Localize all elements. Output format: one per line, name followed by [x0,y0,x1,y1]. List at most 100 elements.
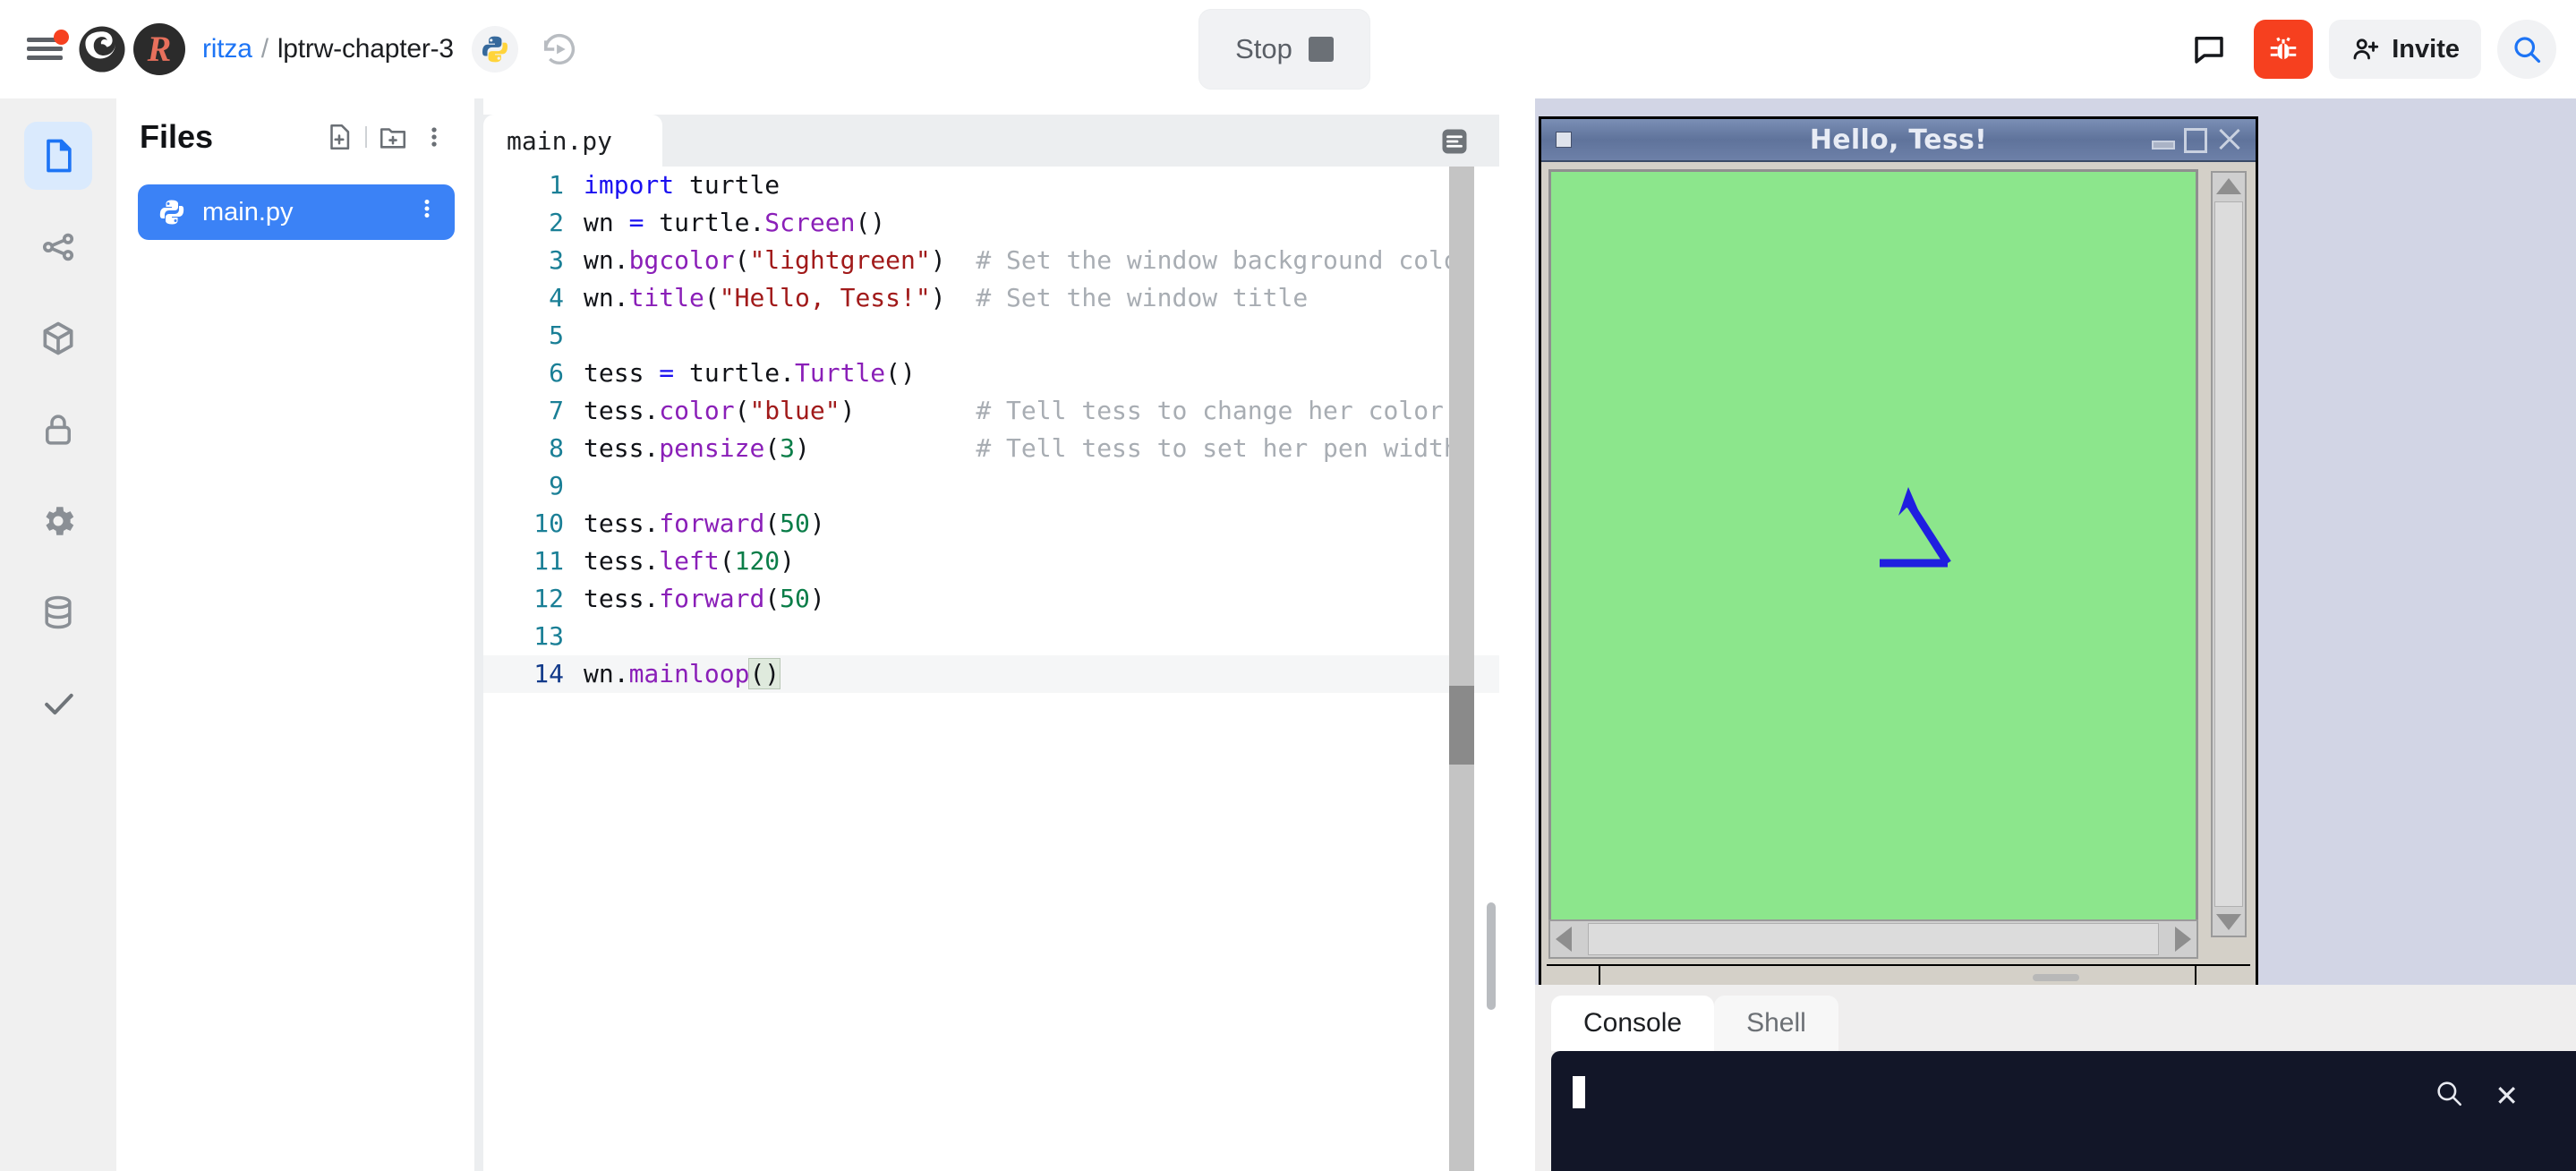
replit-workspace: R ritza / lptrw-chapter-3 Stop Invite Fi… [0,0,2576,1171]
new-folder-icon [380,128,406,149]
code-token: ) [780,546,796,576]
sidebar-item-files[interactable] [24,122,92,190]
turtle-hscroll-thumb[interactable] [1588,923,2159,955]
code-line[interactable]: 10 tess.forward(50) [483,505,1499,543]
editor-scrollbar-thumb[interactable] [1449,686,1474,765]
code-line[interactable]: 7 tess.color("blue") # Tell tess to chang… [483,392,1499,430]
new-folder-button[interactable] [372,116,414,158]
code-token: title [628,283,704,312]
code-line[interactable]: 6 tess = turtle.Turtle() [483,355,1499,392]
scroll-right-arrow-icon[interactable] [2175,927,2191,952]
chat-bubble-icon [2195,37,2223,64]
files-panel-header: Files [116,98,474,175]
line-number: 1 [549,170,564,200]
code-line[interactable]: 13 [483,618,1499,655]
invite-button[interactable]: Invite [2329,20,2481,79]
sidebar-item-packages[interactable] [24,304,92,372]
window-controls [2152,126,2243,153]
code-token: ) [809,509,825,538]
stop-button-label: Stop [1235,33,1292,64]
sidebar-item-version-control[interactable] [24,213,92,281]
code-token: tess. [584,509,660,538]
code-token: 3 [780,433,796,463]
window-minimize-icon[interactable] [2152,141,2175,150]
code-line[interactable]: 5 [483,317,1499,355]
format-code-button[interactable] [1435,122,1474,161]
sidebar-item-checks[interactable] [24,670,92,738]
editor-tab-main-py[interactable]: main.py [483,115,662,167]
code-line[interactable]: 2 wn = turtle.Screen() [483,204,1499,242]
code-token: 50 [780,584,810,613]
tab-shell[interactable]: Shell [1714,996,1838,1051]
code-token: wn. [584,245,629,275]
chat-button[interactable] [2180,21,2238,78]
header-search-button[interactable] [2497,20,2556,79]
code-token: ( [719,546,735,576]
editor-scrollbar[interactable] [1449,167,1474,1171]
console-pane: Console Shell ✕ [1535,974,2576,1171]
code-line[interactable]: 12 tess.forward(50) [483,580,1499,618]
code-line[interactable]: 4 wn.title("Hello, Tess!") # Set the wind… [483,279,1499,317]
person-add-icon [2353,38,2379,60]
sidebar-item-secrets[interactable] [24,396,92,464]
turtle-horizontal-scrollbar[interactable] [1548,919,2198,959]
code-line[interactable]: 8 tess.pensize(3) # Tell tess to set her … [483,430,1499,467]
editor-pane-splitter[interactable] [1487,902,1496,1010]
breadcrumb-repo[interactable]: lptrw-chapter-3 [277,34,454,64]
code-token: color [659,396,735,425]
code-content[interactable]: 1 import turtle 2 wn = turtle.Screen() 3 wn.b… [483,167,1499,1171]
scroll-up-arrow-icon[interactable] [2216,178,2241,194]
window-maximize-icon[interactable] [2184,128,2207,153]
code-token: tess. [584,546,660,576]
code-line[interactable]: 9 [483,467,1499,505]
window-close-icon[interactable] [2216,126,2243,153]
sidebar-item-settings[interactable] [24,487,92,555]
user-avatar-button[interactable]: R [131,21,188,78]
turtle-vertical-scrollbar[interactable] [2211,171,2247,937]
code-token: wn [584,208,629,237]
console-close-button[interactable]: ✕ [2495,1081,2519,1110]
pane-resize-handle[interactable] [2032,974,2079,981]
files-more-button[interactable] [414,116,455,158]
console-search-button[interactable] [2434,1078,2464,1113]
turtle-graphics-window[interactable]: Hello, Tess! [1539,116,2258,994]
code-line[interactable]: 1 import turtle [483,167,1499,204]
code-token: ) [930,245,946,275]
turtle-canvas[interactable] [1551,172,2196,935]
breadcrumb-owner[interactable]: ritza [202,34,252,64]
line-number: 7 [549,396,564,425]
scroll-left-arrow-icon[interactable] [1556,927,1572,952]
scroll-down-arrow-icon[interactable] [2216,914,2241,930]
code-token: 120 [734,546,780,576]
hamburger-menu-button[interactable] [16,21,73,78]
git-branch-icon [42,233,74,261]
code-line[interactable]: 11 tess.left(120) [483,543,1499,580]
code-comment: # Set the window background color [976,245,1474,275]
turtle-window-titlebar[interactable]: Hello, Tess! [1541,119,2256,162]
code-line-text: wn.bgcolor("lightgreen") # Set the windo… [584,242,1487,279]
replit-home-button[interactable] [73,21,131,78]
sidebar-item-database[interactable] [24,578,92,646]
bug-report-button[interactable] [2254,20,2314,79]
file-item-more-button[interactable] [415,195,439,229]
code-line[interactable]: 3 wn.bgcolor("lightgreen") # Set the wind… [483,242,1499,279]
stop-button[interactable]: Stop [1198,9,1370,90]
line-number: 10 [533,509,564,538]
code-token: Screen [764,208,856,237]
line-number: 12 [533,584,564,613]
bug-icon [2271,37,2297,60]
code-line-text: tess.forward(50) [584,505,1487,543]
code-token: "blue" [749,396,840,425]
console-cursor [1573,1076,1585,1108]
turtle-vscroll-thumb[interactable] [2214,201,2243,907]
code-token: "Hello, Tess!" [719,283,931,312]
file-list-item-main-py[interactable]: main.py [138,184,455,240]
console-output[interactable]: ✕ [1551,1051,2576,1171]
line-number: 11 [533,546,564,576]
new-file-button[interactable] [319,116,360,158]
code-comment-gap [946,279,977,317]
history-button[interactable] [531,21,588,78]
tab-console[interactable]: Console [1551,996,1715,1051]
code-line[interactable]: 14 wn.mainloop() [483,655,1499,693]
search-icon [2514,37,2541,64]
